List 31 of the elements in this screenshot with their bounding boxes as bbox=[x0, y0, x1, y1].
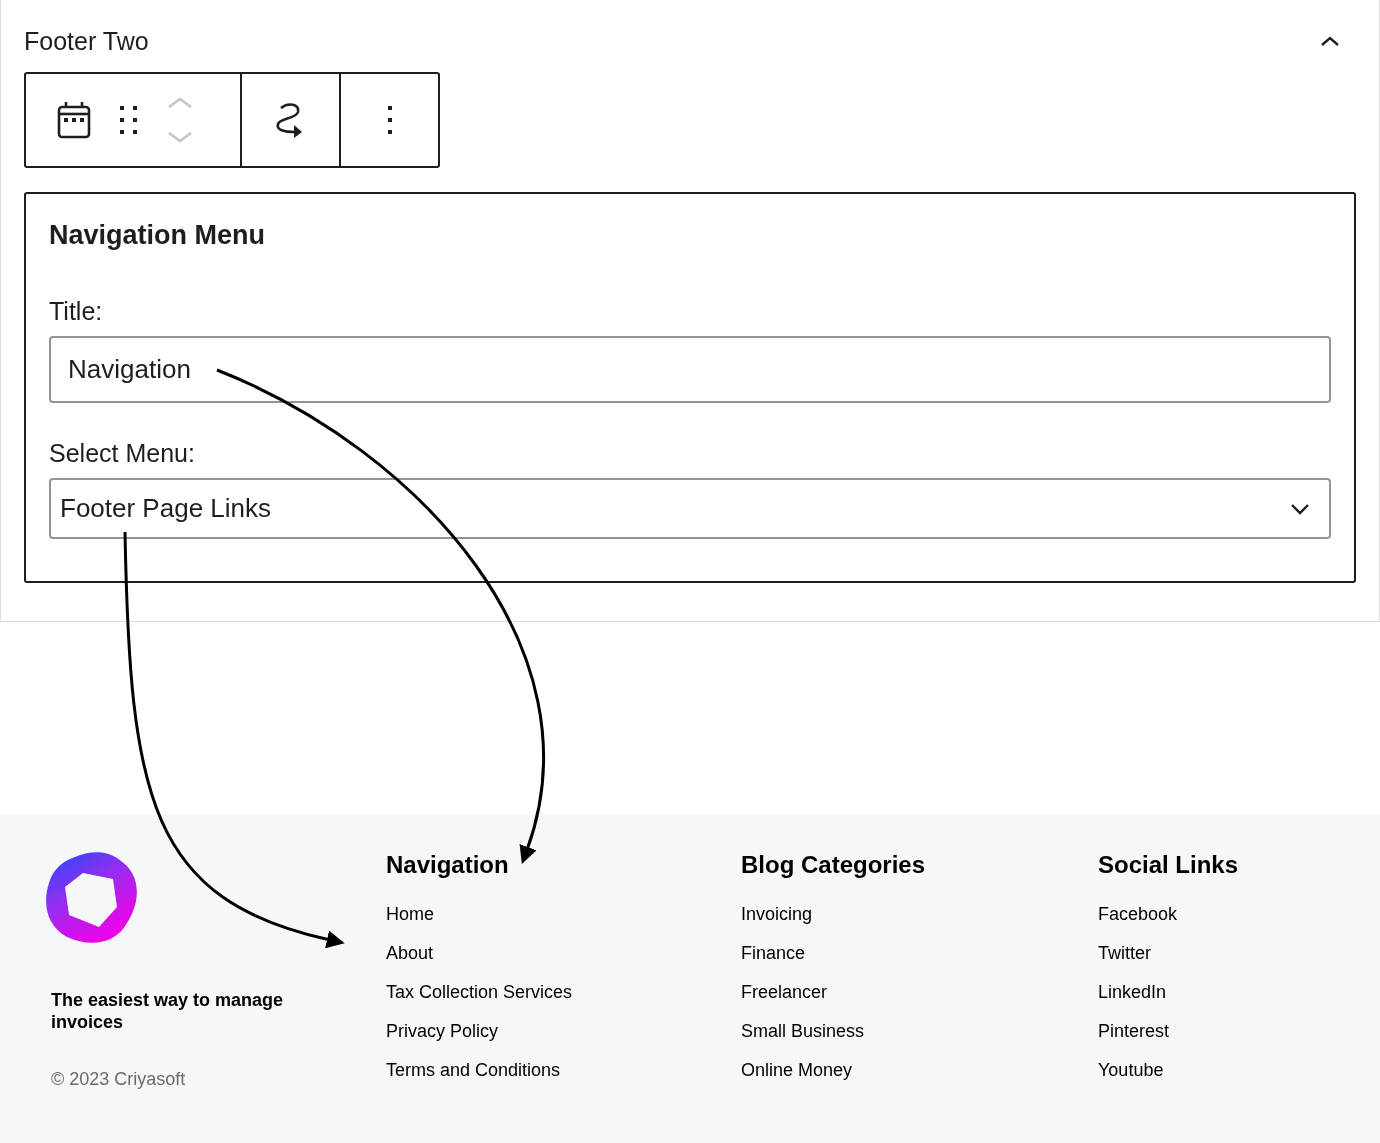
widget-title: Navigation Menu bbox=[49, 220, 266, 251]
column-heading: Social Links bbox=[1098, 851, 1239, 879]
column-heading: Navigation bbox=[386, 851, 509, 879]
panel-title: Footer Two bbox=[24, 26, 149, 56]
chevron-down-icon[interactable] bbox=[1289, 501, 1311, 516]
more-options-icon[interactable] bbox=[386, 105, 393, 135]
footer-link[interactable]: Invoicing bbox=[741, 895, 813, 934]
footer-link[interactable]: Finance bbox=[741, 934, 806, 973]
field-label: Title: bbox=[49, 297, 104, 326]
title-input[interactable]: Navigation bbox=[49, 336, 1331, 403]
footer-link[interactable]: About bbox=[386, 934, 434, 973]
footer-link[interactable]: Facebook bbox=[1098, 895, 1178, 934]
footer-link[interactable]: Freelancer bbox=[741, 973, 828, 1012]
footer-link[interactable]: Tax Collection Services bbox=[386, 973, 573, 1012]
collapse-toggle-icon[interactable] bbox=[1319, 34, 1341, 48]
footer-link[interactable]: LinkedIn bbox=[1098, 973, 1167, 1012]
calendar-icon[interactable] bbox=[57, 101, 91, 139]
copyright-text: © 2023 Criyasoft bbox=[51, 1069, 187, 1090]
footer-link[interactable]: Home bbox=[386, 895, 434, 934]
footer-link[interactable]: Online Money bbox=[741, 1051, 853, 1090]
footer-link[interactable]: Twitter bbox=[1098, 934, 1151, 973]
footer-link[interactable]: Terms and Conditions bbox=[386, 1051, 561, 1090]
column-heading: Blog Categories bbox=[741, 851, 926, 879]
drag-handle-icon[interactable] bbox=[119, 105, 139, 135]
menu-select[interactable]: Footer Page Links bbox=[49, 478, 1331, 539]
footer-link[interactable]: Privacy Policy bbox=[386, 1012, 499, 1051]
tagline: The easiest way to manage invoices bbox=[51, 989, 285, 1033]
footer-link[interactable]: Small Business bbox=[741, 1012, 865, 1051]
footer-link[interactable]: Youtube bbox=[1098, 1051, 1164, 1090]
field-label: Select Menu: bbox=[49, 439, 196, 468]
footer-link[interactable]: Pinterest bbox=[1098, 1012, 1170, 1051]
